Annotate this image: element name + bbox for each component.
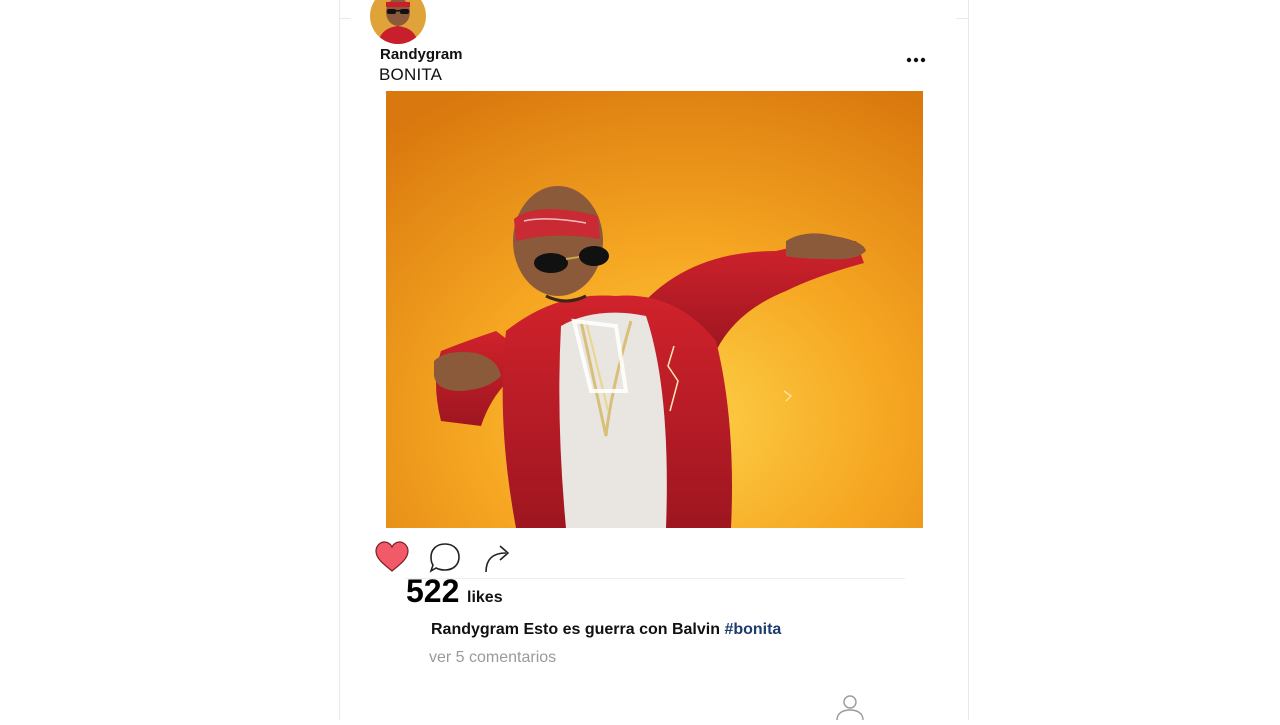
post-frame-top-border [339,18,351,19]
caption-hashtag[interactable]: #bonita [724,621,781,638]
share-icon [485,545,509,573]
caption-username[interactable]: Randygram [431,621,519,638]
comment-icon [429,543,460,573]
like-button[interactable] [374,540,410,576]
view-comments-link[interactable]: ver 5 comentarios [429,649,556,667]
actions-divider [405,578,905,579]
avatar[interactable] [370,0,426,44]
post-frame-right-border [968,0,969,720]
likes-count[interactable]: 522 [406,573,459,610]
share-button[interactable] [482,540,518,576]
post-title: BONITA [379,65,443,84]
profile-icon[interactable] [834,694,866,721]
likes-label: likes [467,589,503,606]
comment-button[interactable] [428,540,464,576]
post-username[interactable]: Randygram [380,46,463,63]
caption-text: Esto es guerra con Balvin [519,621,725,638]
post-frame-left-border [339,0,340,720]
post-image[interactable] [386,91,923,528]
heart-icon [375,541,409,572]
post-frame-top-border-right [956,18,968,19]
more-options-button[interactable] [903,50,929,70]
post-caption: Randygram Esto es guerra con Balvin #bon… [431,621,781,639]
more-options-icon [906,57,926,63]
